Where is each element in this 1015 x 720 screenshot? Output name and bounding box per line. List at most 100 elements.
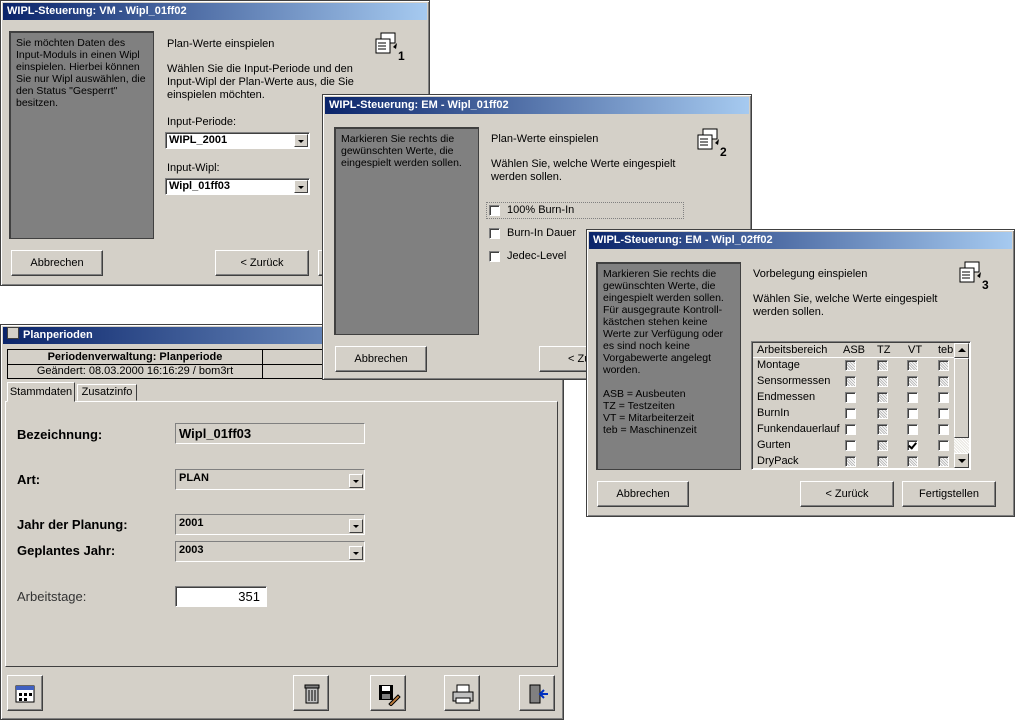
print-button[interactable] [444,675,480,711]
finish-button[interactable]: Fertigstellen [902,481,996,507]
row-name: Funkendauerlauf [757,423,840,435]
grid-checkbox[interactable] [938,408,949,419]
grid-checkbox[interactable] [907,360,918,371]
input-wipl-select[interactable]: Wipl_01ff03 [165,178,310,195]
row-name: Montage [757,359,800,371]
window-title[interactable]: WIPL-Steuerung: EM - Wipl_01ff02 [325,97,749,114]
table-row[interactable]: Montage [753,358,954,374]
jahr-label: Jahr der Planung: [17,517,128,532]
grid-checkbox[interactable] [877,360,888,371]
calendar-icon [15,685,35,703]
grid-checkbox[interactable] [938,376,949,387]
select-value: PLAN [179,472,209,484]
grid-checkbox[interactable] [938,456,949,467]
window-title[interactable]: WIPL-Steuerung: VM - Wipl_01ff02 [3,3,427,20]
window-title[interactable]: WIPL-Steuerung: EM - Wipl_02ff02 [589,232,1012,249]
info-panel: Sie möchten Daten des Input-Moduls in ei… [9,31,154,239]
table-row[interactable]: Funkendauerlauf [753,422,954,438]
table-row[interactable]: Sensormessen [753,374,954,390]
tab-stammdaten[interactable]: Stammdaten [7,382,75,402]
cancel-button[interactable]: Abbrechen [335,346,427,372]
grid-checkbox[interactable] [845,456,856,467]
bezeichnung-field[interactable]: Wipl_01ff03 [175,423,365,444]
grid-checkbox[interactable] [907,456,918,467]
grid-checkbox[interactable] [907,440,918,451]
grid-checkbox[interactable] [845,440,856,451]
tab-zusatzinfo[interactable]: Zusatzinfo [77,384,137,401]
changed-info: Geändert: 08.03.2000 16:16:29 / bom3rt [36,365,234,377]
wizard-step-icon: 1 [373,31,407,65]
header-vdivider [262,350,263,378]
geplant-label: Geplantes Jahr: [17,543,116,558]
arrow-down-icon [958,459,966,463]
scrollbar-vertical[interactable] [954,343,969,468]
grid-checkbox[interactable] [938,440,949,451]
grid-checkbox[interactable] [845,376,856,387]
table-row[interactable]: Gurten [753,438,954,454]
grid-checkbox[interactable] [907,424,918,435]
grid-checkbox[interactable] [845,424,856,435]
grid-checkbox[interactable] [845,392,856,403]
arbeitsbereich-grid[interactable]: Arbeitsbereich ASB TZ VT teb Montage Sens… [751,341,971,470]
chevron-down-icon[interactable] [349,474,363,488]
wizard-description: Wählen Sie, welche Werte eingespielt wer… [491,158,676,183]
back-button[interactable]: < Zurück [800,481,894,507]
input-periode-select[interactable]: WIPL_2001 [165,132,310,149]
scroll-thumb[interactable] [954,358,969,438]
planperioden-window: Planperioden Periodenverwaltung: Planper… [0,324,564,720]
grid-checkbox[interactable] [907,392,918,403]
step-number: 2 [720,145,727,159]
exit-door-icon [529,684,548,704]
grid-checkbox[interactable] [845,408,856,419]
chevron-down-icon[interactable] [349,546,363,560]
grid-checkbox[interactable] [877,376,888,387]
printer-icon [452,684,474,704]
legend-text: ASB = Ausbeuten TZ = Testzeiten VT = Mit… [603,388,697,436]
grid-checkbox[interactable] [845,360,856,371]
scroll-down-button[interactable] [954,453,969,468]
col-vt: VT [908,344,923,356]
chevron-down-icon[interactable] [294,180,308,193]
grid-rows: Montage Sensormessen Endmessen BurnIn Funken… [753,358,954,468]
checkbox-burnin-dauer[interactable] [489,228,500,239]
row-name: Sensormessen [757,375,831,387]
row-name: Gurten [757,439,791,451]
chevron-down-icon[interactable] [349,519,363,533]
grid-checkbox[interactable] [907,408,918,419]
calendar-button[interactable] [7,675,43,711]
cancel-button[interactable]: Abbrechen [11,250,103,276]
checkbox-100-burnin[interactable] [489,205,500,216]
grid-checkbox[interactable] [877,408,888,419]
cancel-button[interactable]: Abbrechen [597,481,689,507]
wizard-window-em-2: WIPL-Steuerung: EM - Wipl_02ff02 Markier… [586,229,1015,517]
table-row[interactable]: BurnIn [753,406,954,422]
grid-checkbox[interactable] [938,360,949,371]
table-row[interactable]: Endmessen [753,390,954,406]
option-label: Jedec-Level [507,250,567,262]
jahr-select[interactable]: 2001 [175,514,365,535]
art-select[interactable]: PLAN [175,469,365,490]
exit-button[interactable] [519,675,555,711]
grid-checkbox[interactable] [938,424,949,435]
scroll-up-button[interactable] [954,343,969,358]
grid-checkbox[interactable] [877,392,888,403]
back-button[interactable]: < Zurück [215,250,309,276]
input-wipl-label: Input-Wipl: [167,162,220,174]
save-edit-button[interactable] [370,675,406,711]
checkbox-jedec-level[interactable] [489,251,500,262]
geplant-select[interactable]: 2003 [175,541,365,562]
grid-checkbox[interactable] [938,392,949,403]
chevron-down-icon[interactable] [294,134,308,147]
arrow-up-icon [958,348,966,352]
arbeitstage-field[interactable]: 351 [175,586,267,607]
table-row[interactable]: DryPack [753,454,954,469]
delete-button[interactable] [293,675,329,711]
row-name: DryPack [757,455,799,467]
grid-checkbox[interactable] [877,424,888,435]
arbeitstage-label: Arbeitstage: [17,589,87,604]
select-value: 2003 [179,544,204,556]
grid-checkbox[interactable] [877,440,888,451]
col-arbeitsbereich: Arbeitsbereich [757,344,828,356]
grid-checkbox[interactable] [877,456,888,467]
grid-checkbox[interactable] [907,376,918,387]
